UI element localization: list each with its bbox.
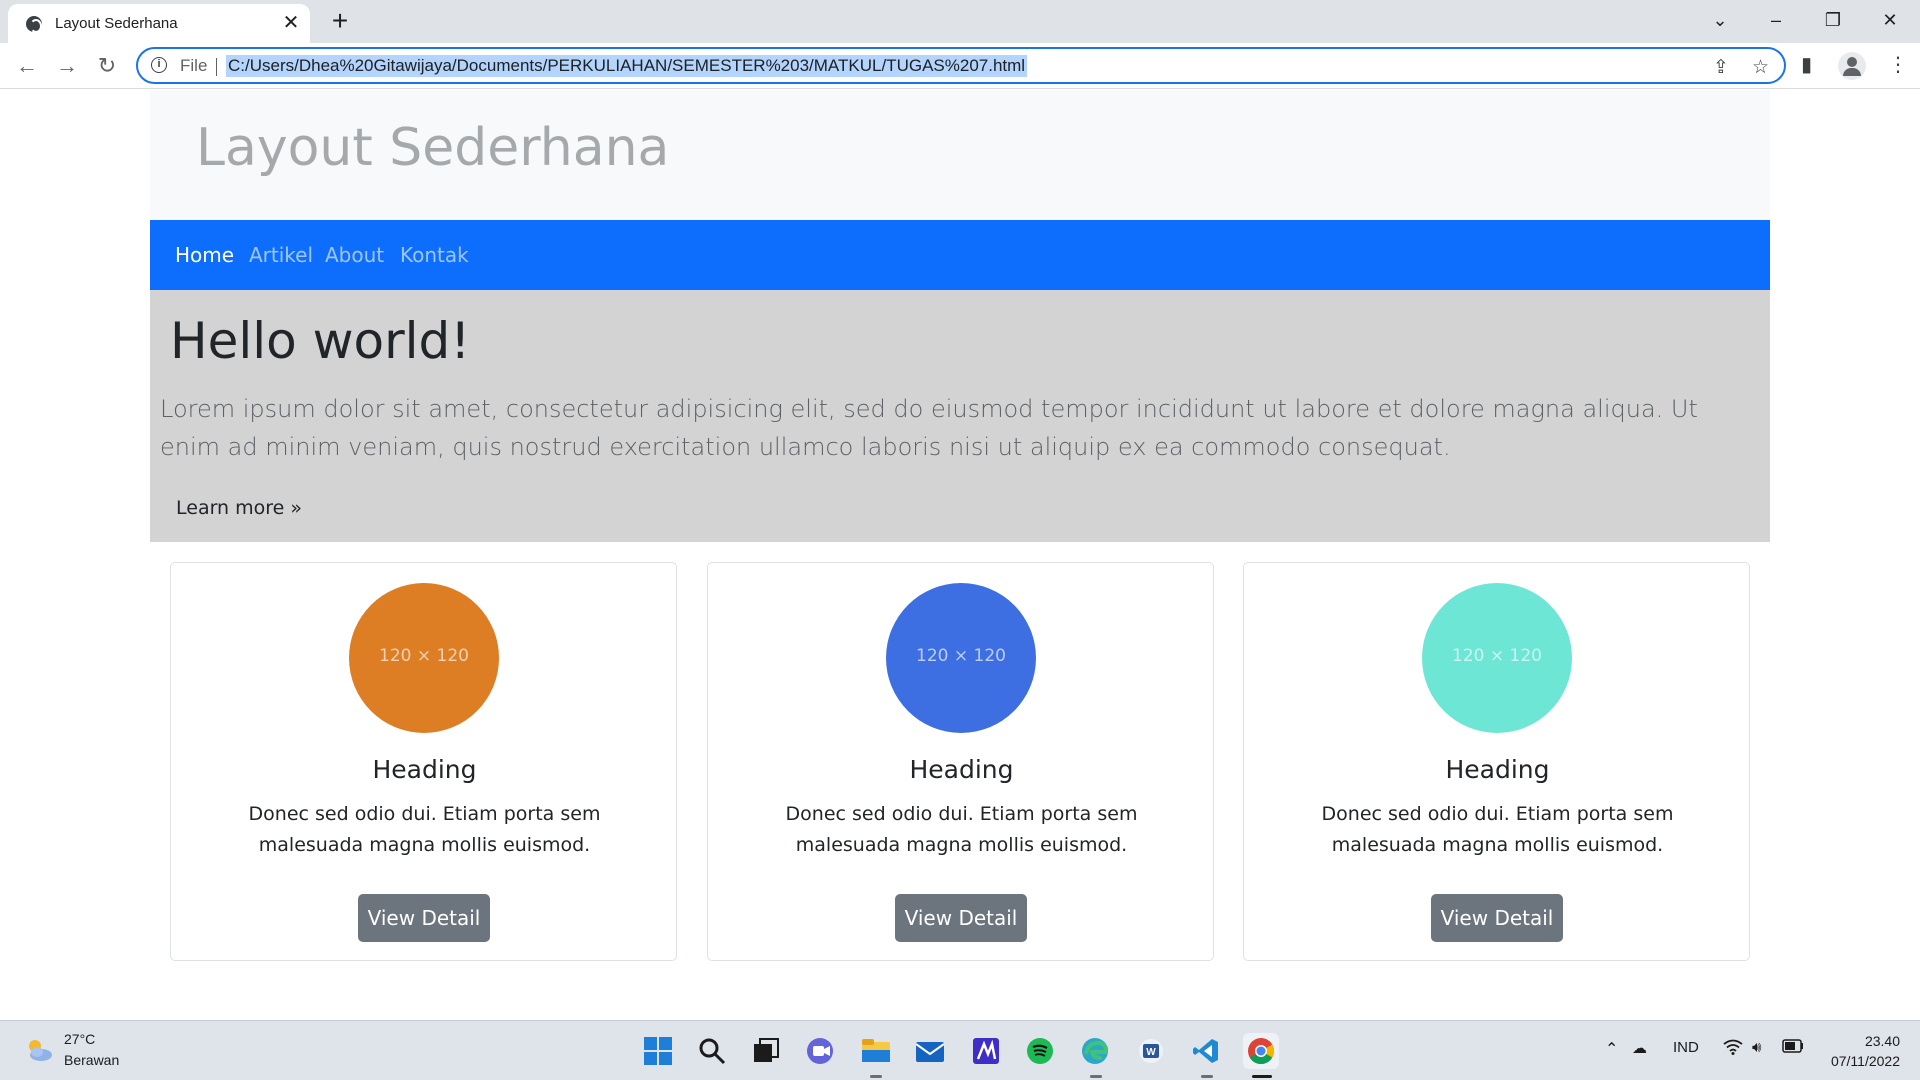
browser-tab-strip: Layout Sederhana ✕ + ⌄ – ❐ ✕ (0, 0, 1920, 43)
weather-temperature: 27°C (64, 1031, 96, 1047)
word-icon[interactable]: W (1133, 1033, 1169, 1069)
site-title: Layout Sederhana (196, 118, 670, 178)
teams-icon[interactable] (802, 1033, 838, 1069)
tab-title: Layout Sederhana (55, 15, 178, 32)
start-icon[interactable] (640, 1033, 676, 1069)
new-tab-button[interactable]: + (325, 6, 355, 36)
card-heading: Heading (372, 755, 477, 784)
active-app-indicator (1252, 1075, 1272, 1078)
svg-text:W: W (1146, 1047, 1156, 1058)
jumbotron-title: Hello world! (170, 312, 471, 370)
mail-icon[interactable] (912, 1033, 948, 1069)
url-text[interactable]: C:/Users/Dhea%20Gitawijaya/Documents/PER… (226, 55, 1028, 77)
view-detail-button[interactable]: View Detail (358, 894, 490, 942)
search-icon[interactable] (694, 1033, 730, 1069)
language-indicator[interactable]: IND (1673, 1039, 1699, 1056)
view-detail-button[interactable]: View Detail (895, 894, 1027, 942)
wifi-icon[interactable] (1723, 1039, 1743, 1059)
card-3: 120 × 120 Heading Donec sed odio dui. Et… (1243, 562, 1750, 961)
info-icon[interactable]: i (151, 57, 167, 73)
card-image-placeholder: 120 × 120 (349, 583, 499, 733)
onedrive-cloud-icon[interactable]: ☁ (1632, 1039, 1647, 1057)
site-navbar: Home Artikel About Kontak (150, 220, 1770, 290)
clock-date[interactable]: 07/11/2022 (1820, 1053, 1900, 1069)
site-header: Layout Sederhana (150, 90, 1770, 220)
restore-button[interactable]: ❐ (1813, 4, 1853, 36)
running-app-indicator (1201, 1075, 1213, 1078)
nav-link-kontak[interactable]: Kontak (400, 243, 469, 267)
app-icon[interactable] (968, 1033, 1004, 1069)
card-row: 120 × 120 Heading Donec sed odio dui. Et… (170, 562, 1750, 962)
running-app-indicator (1090, 1075, 1102, 1078)
page-container: Layout Sederhana Home Artikel About Kont… (150, 90, 1770, 542)
nav-link-home[interactable]: Home (175, 243, 234, 267)
card-image-label: 120 × 120 (916, 646, 1006, 666)
card-text: Donec sed odio dui. Etiam porta sem male… (248, 803, 601, 856)
browser-toolbar: ← → ↻ i File C:/Users/Dhea%20Gitawijaya/… (0, 43, 1920, 89)
weather-description: Berawan (64, 1052, 120, 1068)
weather-cloudy-icon[interactable] (24, 1035, 54, 1065)
card-image-label: 120 × 120 (1452, 646, 1542, 666)
close-tab-icon[interactable]: ✕ (280, 12, 302, 34)
running-app-indicator (870, 1075, 882, 1078)
windows-taskbar: 27°C Berawan W ⌃ ☁ IND 🔊︎ 23.40 07/11/20… (0, 1020, 1920, 1080)
clock-time[interactable]: 23.40 (1850, 1033, 1900, 1049)
learn-more-link[interactable]: Learn more » (176, 497, 302, 519)
address-bar[interactable]: i File C:/Users/Dhea%20Gitawijaya/Docume… (136, 47, 1786, 84)
card-text: Donec sed odio dui. Etiam porta sem male… (785, 803, 1138, 856)
page-viewport: Layout Sederhana Home Artikel About Kont… (0, 90, 1920, 1020)
globe-icon (26, 16, 42, 33)
menu-kebab-icon[interactable]: ⋮ (1888, 52, 1908, 77)
file-explorer-icon[interactable] (858, 1033, 894, 1069)
card-text: Donec sed odio dui. Etiam porta sem male… (1321, 803, 1674, 856)
card-2: 120 × 120 Heading Donec sed odio dui. Et… (707, 562, 1214, 961)
volume-icon[interactable]: 🔊︎ (1752, 1039, 1761, 1056)
side-panel-icon[interactable]: ▮ (1801, 52, 1812, 77)
profile-avatar-icon[interactable] (1838, 52, 1866, 80)
browser-tab[interactable]: Layout Sederhana ✕ (8, 4, 310, 43)
tab-search-icon[interactable]: ⌄ (1700, 4, 1740, 36)
vscode-icon[interactable] (1188, 1033, 1224, 1069)
card-heading: Heading (1445, 755, 1550, 784)
reload-icon[interactable]: ↻ (92, 51, 122, 81)
address-scheme-label: File (180, 56, 208, 75)
view-detail-button[interactable]: View Detail (1431, 894, 1563, 942)
jumbotron: Hello world! Lorem ipsum dolor sit amet,… (150, 290, 1770, 542)
nav-link-artikel[interactable]: Artikel (249, 243, 313, 267)
task-view-icon[interactable] (748, 1033, 784, 1069)
address-separator (216, 58, 217, 76)
close-window-button[interactable]: ✕ (1870, 4, 1910, 36)
jumbotron-text: Lorem ipsum dolor sit amet, consectetur … (160, 395, 1698, 461)
forward-icon[interactable]: → (52, 51, 82, 81)
card-image-label: 120 × 120 (379, 646, 469, 666)
card-image-placeholder: 120 × 120 (1422, 583, 1572, 733)
back-icon[interactable]: ← (12, 51, 42, 81)
edge-icon[interactable] (1077, 1033, 1113, 1069)
card-1: 120 × 120 Heading Donec sed odio dui. Et… (170, 562, 677, 961)
spotify-icon[interactable] (1022, 1033, 1058, 1069)
battery-icon[interactable] (1782, 1039, 1804, 1057)
card-heading: Heading (909, 755, 1014, 784)
card-image-placeholder: 120 × 120 (886, 583, 1036, 733)
chevron-up-icon[interactable]: ⌃ (1605, 1039, 1618, 1059)
share-icon[interactable]: ⇪ (1713, 56, 1729, 79)
chrome-icon[interactable] (1243, 1033, 1279, 1069)
bookmark-star-icon[interactable]: ☆ (1752, 56, 1769, 79)
minimize-button[interactable]: – (1756, 4, 1796, 36)
nav-link-about[interactable]: About (325, 243, 384, 267)
